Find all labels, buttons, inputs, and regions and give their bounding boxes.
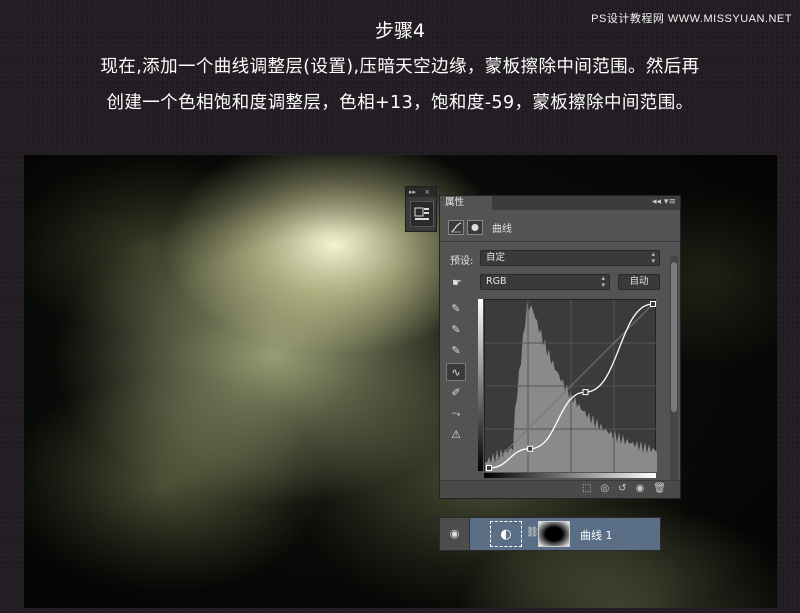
panel-footer: ⬚ ◎ ↺ ◉ 🗑 <box>440 480 680 498</box>
eyedropper-black-icon[interactable]: ✎ <box>446 300 466 318</box>
curve-point <box>527 445 534 452</box>
curves-layer-thumbnail[interactable]: ◐ <box>490 521 522 547</box>
layer-mask-thumbnail[interactable] <box>538 521 570 547</box>
description-line-2: 创建一个色相饱和度调整层，色相+13，饱和度-59，蒙板擦除中间范围。 <box>106 93 694 113</box>
mask-icon[interactable] <box>467 219 483 235</box>
mask-glyph-icon <box>471 223 479 231</box>
curve-graph[interactable] <box>484 299 657 472</box>
preset-label: 预设: <box>450 256 474 267</box>
curve-svg <box>485 300 657 472</box>
eyedropper-gray-icon[interactable]: ✎ <box>446 321 466 339</box>
eyedropper-white-icon[interactable]: ✎ <box>446 342 466 360</box>
curves-adjustment-icon[interactable] <box>448 219 464 235</box>
adjustment-label: 曲线 <box>492 223 512 235</box>
curve-point <box>486 465 492 471</box>
step-title: 步骤4 <box>374 20 426 42</box>
chain-link-icon[interactable]: ⛓ <box>526 527 539 538</box>
curve-tools: ✎ ✎ ✎ ∿ ✐ ⤳ ⚠ <box>446 300 468 447</box>
pencil-icon[interactable]: ✐ <box>446 384 466 402</box>
visibility-icon[interactable]: ◉ <box>636 483 645 494</box>
preset-value: 自定 <box>486 252 506 263</box>
clip-to-layer-icon[interactable]: ⬚ <box>582 483 591 494</box>
curves-glyph-icon <box>450 221 462 233</box>
view-previous-icon[interactable]: ◎ <box>600 483 609 494</box>
properties-dock-button[interactable] <box>410 201 434 227</box>
channel-value: RGB <box>486 276 507 287</box>
preset-dropdown[interactable]: 自定 ▴ ▾ <box>480 250 660 266</box>
collapsed-panel-dock[interactable]: ▸▸ × <box>405 186 437 232</box>
panel-menu-icon[interactable]: ◂◂ ▾≡ <box>652 197 676 207</box>
double-arrow-icon[interactable]: ▸▸ <box>409 188 416 196</box>
targeted-adjustment-hand-icon[interactable]: ☛ <box>452 276 462 289</box>
auto-button[interactable]: 自动 <box>618 274 660 290</box>
close-icon[interactable]: × <box>424 188 430 196</box>
description-line-1: 现在,添加一个曲线调整层(设置),压暗天空边缘，蒙板擦除中间范围。然后再 <box>100 57 700 77</box>
dropdown-arrows-icon: ▴ ▾ <box>601 274 605 289</box>
scroll-thumb[interactable] <box>671 262 677 412</box>
properties-icon <box>414 207 429 220</box>
curve-point-icon[interactable]: ∿ <box>446 363 466 381</box>
curve-point <box>650 301 656 307</box>
adjustment-header: 曲线 <box>448 218 512 236</box>
clipping-warning-icon[interactable]: ⚠ <box>446 426 466 444</box>
reset-icon[interactable]: ↺ <box>618 483 626 494</box>
dropdown-arrows-icon: ▴ ▾ <box>651 250 655 265</box>
tab-properties[interactable]: 属性 <box>440 196 492 210</box>
trash-icon[interactable]: 🗑 <box>653 483 666 494</box>
properties-panel: 属性 ◂◂ ▾≡ 曲线 预设: 自定 ▴ ▾ ☛ RGB ▴ ▾ 自动 ✎ ✎ ✎ … <box>439 195 681 499</box>
eye-icon[interactable]: ◉ <box>440 518 470 550</box>
input-gradient <box>484 473 656 478</box>
divider <box>440 241 680 242</box>
curve-point <box>582 389 589 396</box>
dock-bar: ▸▸ × <box>406 187 436 197</box>
layer-name: 曲线 1 <box>580 529 613 542</box>
smooth-icon[interactable]: ⤳ <box>446 405 466 423</box>
panel-scrollbar[interactable] <box>670 256 678 486</box>
channel-dropdown[interactable]: RGB ▴ ▾ <box>480 274 610 290</box>
output-gradient <box>478 299 483 471</box>
layer-row[interactable]: ◉ ◐ ⛓ 曲线 1 <box>439 517 661 551</box>
